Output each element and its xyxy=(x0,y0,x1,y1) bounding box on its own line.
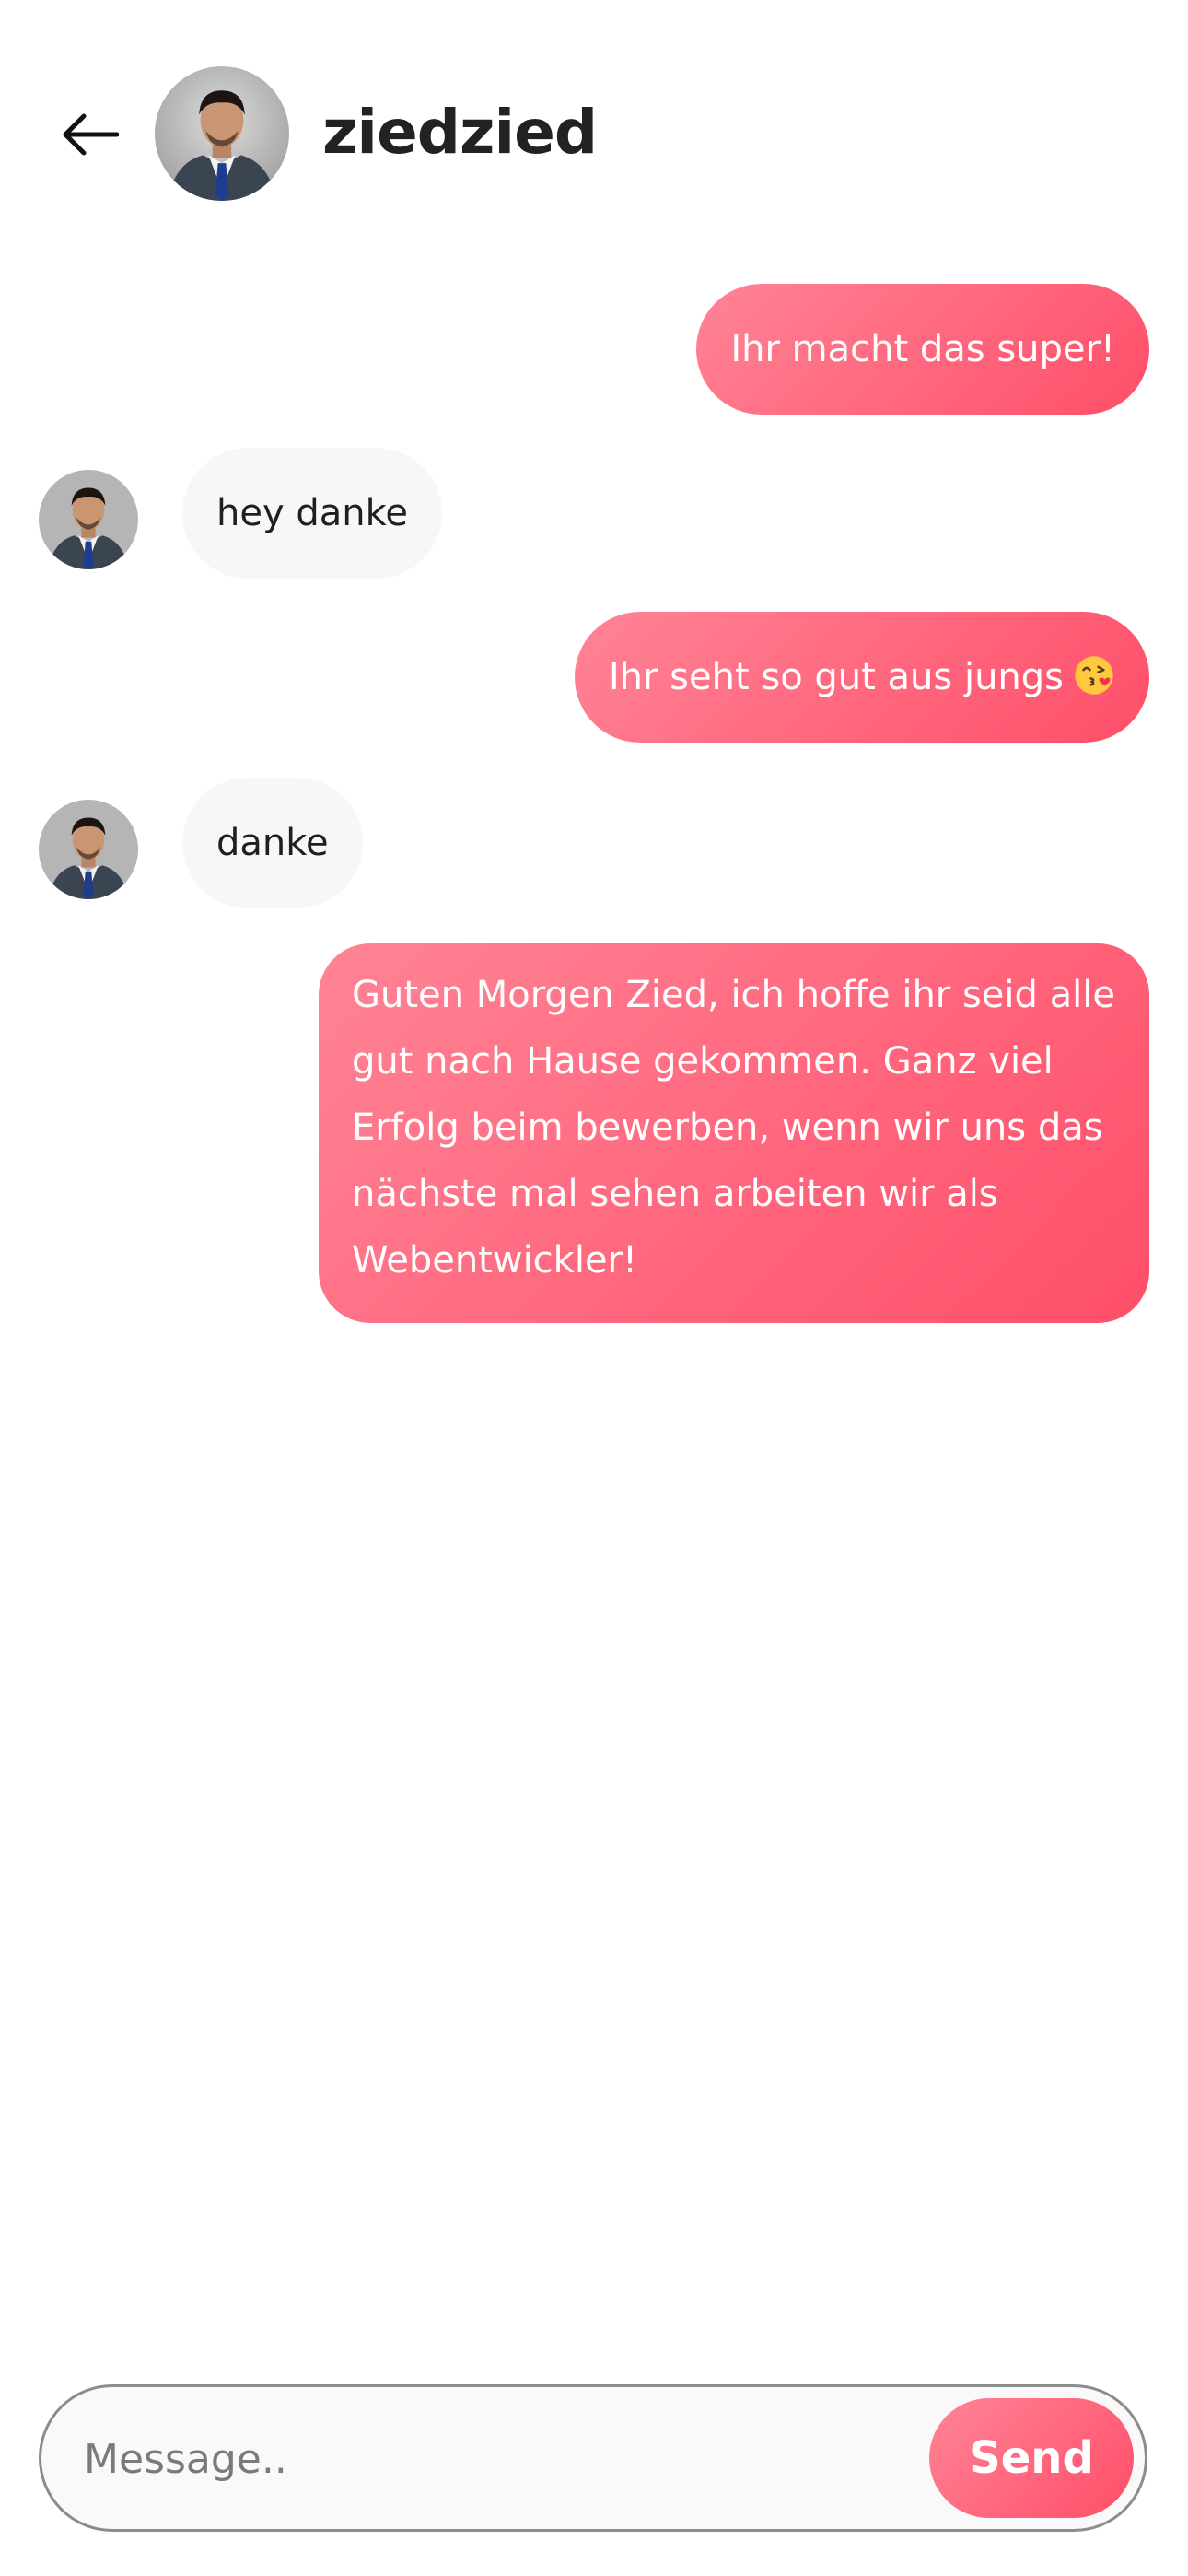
contact-name: ziedzied xyxy=(322,97,598,168)
incoming-message[interactable]: hey danke xyxy=(182,448,442,579)
message-input[interactable] xyxy=(84,2415,940,2503)
arrow-left-icon xyxy=(63,113,119,156)
chat-header: ziedzied xyxy=(0,0,1188,240)
outgoing-message[interactable]: Ihr macht das super! xyxy=(696,284,1149,415)
contact-avatar[interactable] xyxy=(155,66,289,201)
message-composer: Send xyxy=(39,2384,1147,2532)
outgoing-message[interactable]: Guten Morgen Zied, ich hoffe ihr seid al… xyxy=(319,943,1149,1323)
message-avatar xyxy=(39,470,138,569)
back-button[interactable] xyxy=(52,96,129,173)
send-button[interactable]: Send xyxy=(929,2398,1134,2518)
outgoing-message[interactable]: Ihr seht so gut aus jungs xyxy=(574,612,1149,743)
message-text: Ihr seht so gut aus jungs xyxy=(608,656,1064,698)
incoming-message[interactable]: danke xyxy=(182,778,363,908)
face-blowing-kiss-icon xyxy=(1075,656,1113,695)
message-avatar xyxy=(39,800,138,899)
